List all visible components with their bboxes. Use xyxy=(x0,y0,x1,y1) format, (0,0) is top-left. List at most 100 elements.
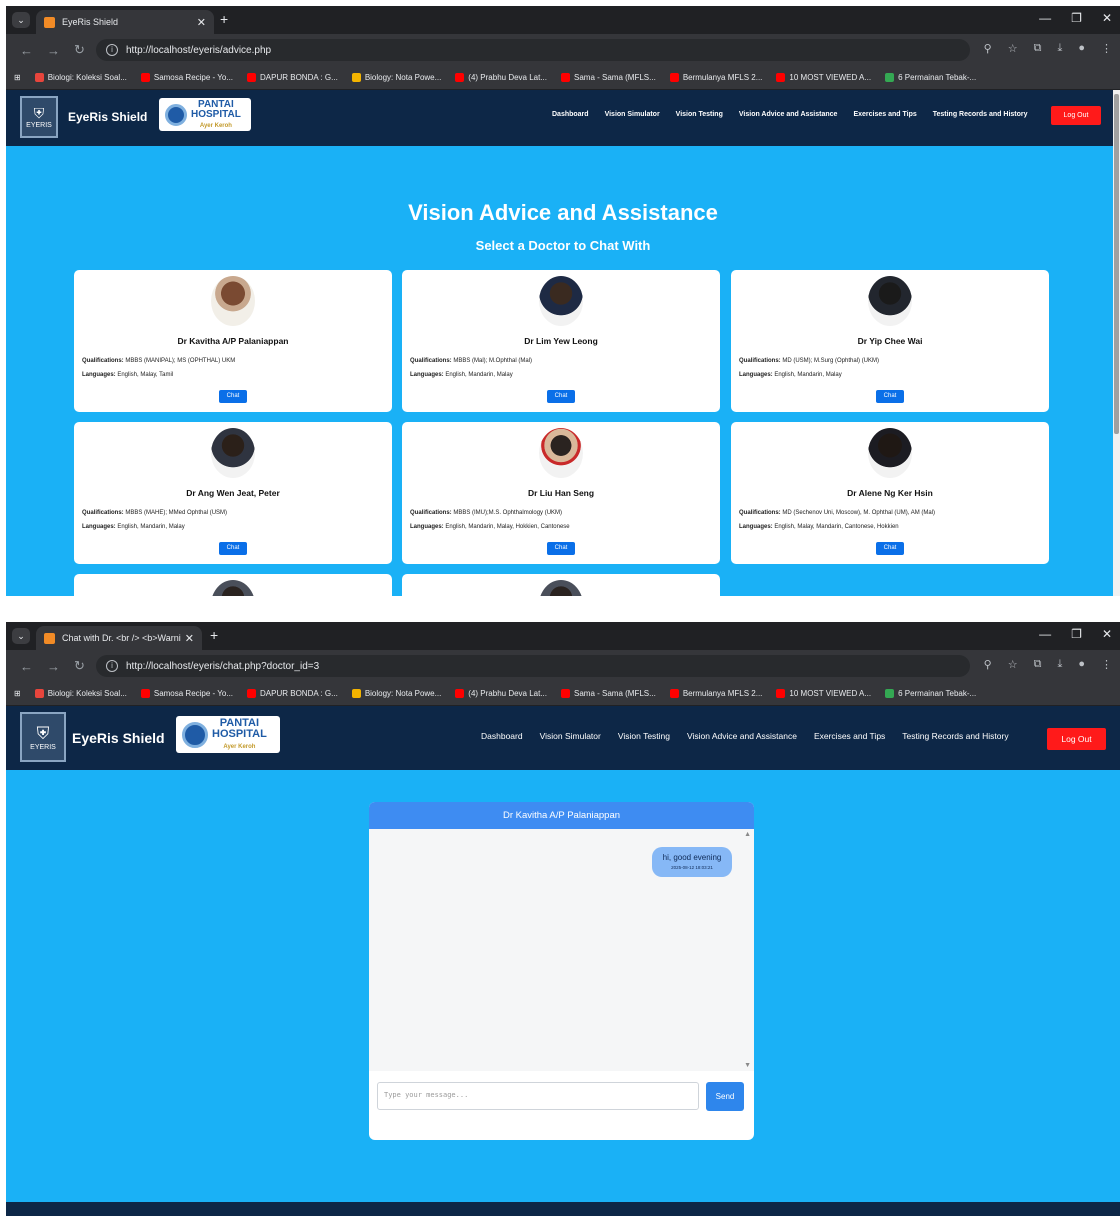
close-window-icon[interactable]: ✕ xyxy=(1102,627,1112,641)
logout-button[interactable]: Log Out xyxy=(1047,728,1106,750)
chat-button[interactable]: Chat xyxy=(876,390,904,403)
nav-exercises-tips[interactable]: Exercises and Tips xyxy=(814,731,885,741)
bookmark-item[interactable]: (4) Prabhu Deva Lat... xyxy=(455,689,547,698)
new-tab-icon[interactable]: + xyxy=(210,627,218,643)
chat-button[interactable]: Chat xyxy=(219,542,247,555)
nav-testing-records[interactable]: Testing Records and History xyxy=(933,111,1028,118)
restore-icon[interactable]: ❐ xyxy=(1071,11,1082,25)
site-favicon-icon xyxy=(44,16,55,28)
menu-icon[interactable]: ⋮ xyxy=(1101,42,1112,55)
address-bar[interactable]: i http://localhost/eyeris/advice.php xyxy=(96,39,970,61)
send-button[interactable]: Send xyxy=(706,1082,744,1111)
nav-vision-testing[interactable]: Vision Testing xyxy=(618,731,670,741)
profile-icon[interactable]: ● xyxy=(1078,658,1085,671)
reload-icon[interactable]: ↻ xyxy=(74,42,85,58)
tab-search-icon[interactable]: ⌄ xyxy=(12,628,30,644)
toolbar-actions: ⚲ ☆ ⧉ ⤓ ● ⋮ xyxy=(984,658,1112,671)
brand-name[interactable]: EyeRis Shield xyxy=(72,730,165,746)
bookmark-star-icon[interactable]: ☆ xyxy=(1008,658,1018,671)
bookmark-item[interactable]: Bermulanya MFLS 2... xyxy=(669,73,762,82)
chat-button[interactable]: Chat xyxy=(876,542,904,555)
doctor-card xyxy=(402,574,720,596)
menu-icon[interactable]: ⋮ xyxy=(1101,658,1112,671)
nav-exercises-tips[interactable]: Exercises and Tips xyxy=(853,111,916,118)
chat-button[interactable]: Chat xyxy=(547,542,575,555)
bookmark-item[interactable]: Sama - Sama (MFLS... xyxy=(561,73,656,82)
close-window-icon[interactable]: ✕ xyxy=(1102,11,1112,25)
download-icon[interactable]: ⤓ xyxy=(1057,42,1062,55)
scroll-up-icon[interactable]: ▲ xyxy=(744,831,751,838)
download-icon[interactable]: ⤓ xyxy=(1057,658,1062,671)
bookmark-item[interactable]: DAPUR BONDA : G... xyxy=(247,689,338,698)
back-icon[interactable]: ← xyxy=(20,659,33,674)
address-bar[interactable]: i http://localhost/eyeris/chat.php?docto… xyxy=(96,655,970,677)
bookmark-item[interactable]: Biology: Nota Powe... xyxy=(351,689,441,698)
browser-tab-active[interactable]: Chat with Dr. <br /> <b>Warni ✕ xyxy=(36,626,202,650)
nav-vision-advice[interactable]: Vision Advice and Assistance xyxy=(739,111,838,118)
nav-dashboard[interactable]: Dashboard xyxy=(481,731,523,741)
restore-icon[interactable]: ❐ xyxy=(1071,627,1082,641)
doctor-card: Dr Lim Yew Leong Qualifications: MBBS (M… xyxy=(402,270,720,412)
extensions-icon[interactable]: ⧉ xyxy=(1034,658,1042,671)
nav-vision-simulator[interactable]: Vision Simulator xyxy=(605,111,660,118)
tab-close-icon[interactable]: ✕ xyxy=(197,16,206,29)
youtube-icon xyxy=(455,73,465,82)
minimize-icon[interactable]: — xyxy=(1039,627,1051,641)
bookmark-item[interactable]: Bermulanya MFLS 2... xyxy=(669,689,762,698)
nav-vision-simulator[interactable]: Vision Simulator xyxy=(540,731,601,741)
eyeris-logo-icon[interactable]: ⛨ EYERIS xyxy=(20,96,58,138)
chat-messages[interactable]: ▲ hi, good evening 2025-08-12 18:03:21 ▼ xyxy=(369,829,754,1071)
doctor-photo xyxy=(868,276,912,326)
scrollbar-thumb[interactable] xyxy=(1114,94,1119,434)
bookmark-item[interactable]: Samosa Recipe - Yo... xyxy=(140,73,233,82)
new-tab-icon[interactable]: + xyxy=(220,11,228,27)
bookmark-item[interactable]: (4) Prabhu Deva Lat... xyxy=(455,73,547,82)
bookmark-item[interactable]: 6 Permainan Tebak-... xyxy=(885,689,976,698)
bookmark-star-icon[interactable]: ☆ xyxy=(1008,42,1018,55)
back-icon[interactable]: ← xyxy=(20,43,33,58)
chat-button[interactable]: Chat xyxy=(547,390,575,403)
bookmark-item[interactable]: Biologi: Koleksi Soal... xyxy=(34,689,127,698)
forward-icon[interactable]: → xyxy=(47,659,60,674)
logout-button[interactable]: Log Out xyxy=(1051,106,1101,125)
browser-tab-active[interactable]: EyeRis Shield ✕ xyxy=(36,10,214,34)
bookmark-item[interactable]: 10 MOST VIEWED A... xyxy=(776,73,871,82)
eyeris-logo-icon[interactable]: ⛨ EYERIS xyxy=(20,712,66,762)
zoom-icon[interactable]: ⚲ xyxy=(984,658,992,671)
profile-icon[interactable]: ● xyxy=(1078,42,1085,55)
nav-vision-advice[interactable]: Vision Advice and Assistance xyxy=(687,731,797,741)
forward-icon[interactable]: → xyxy=(47,43,60,58)
nav-vision-testing[interactable]: Vision Testing xyxy=(676,111,723,118)
brand-name[interactable]: EyeRis Shield xyxy=(68,110,147,124)
chat-button[interactable]: Chat xyxy=(219,390,247,403)
page-scrollbar[interactable] xyxy=(1113,90,1120,596)
tab-search-icon[interactable]: ⌄ xyxy=(12,12,30,28)
pantai-emblem-icon xyxy=(182,721,208,748)
zoom-icon[interactable]: ⚲ xyxy=(984,42,992,55)
tab-close-icon[interactable]: ✕ xyxy=(185,632,194,645)
doctor-qualifications: Qualifications: MBBS (Mal); M.Ophthal (M… xyxy=(410,358,533,364)
site-info-icon[interactable]: i xyxy=(106,44,118,56)
bookmark-item[interactable]: Biologi: Koleksi Soal... xyxy=(34,73,127,82)
apps-grid-icon[interactable]: ⊞ xyxy=(14,689,21,698)
minimize-icon[interactable]: — xyxy=(1039,11,1051,25)
nav-testing-records[interactable]: Testing Records and History xyxy=(902,731,1008,741)
bookmark-item[interactable]: Samosa Recipe - Yo... xyxy=(140,689,233,698)
doctor-qualifications: Qualifications: MBBS (IMU);M.S. Ophthalm… xyxy=(410,510,563,516)
extensions-icon[interactable]: ⧉ xyxy=(1034,42,1042,55)
bookmark-item[interactable]: Sama - Sama (MFLS... xyxy=(561,689,656,698)
bookmark-item[interactable]: 10 MOST VIEWED A... xyxy=(776,689,871,698)
apps-grid-icon[interactable]: ⊞ xyxy=(14,73,21,82)
reload-icon[interactable]: ↻ xyxy=(74,658,85,674)
message-input[interactable]: Type your message... xyxy=(377,1082,699,1110)
doctor-card: Dr Kavitha A/P Palaniappan Qualification… xyxy=(74,270,392,412)
bookmark-item[interactable]: Biology: Nota Powe... xyxy=(351,73,441,82)
nav-dashboard[interactable]: Dashboard xyxy=(552,111,589,118)
bookmark-item[interactable]: 6 Permainan Tebak-... xyxy=(885,73,976,82)
scroll-down-icon[interactable]: ▼ xyxy=(744,1062,751,1069)
doctor-photo xyxy=(539,276,583,326)
bookmark-favicon-icon xyxy=(885,689,895,698)
doctor-name: Dr Liu Han Seng xyxy=(527,488,595,498)
site-info-icon[interactable]: i xyxy=(106,660,118,672)
bookmark-item[interactable]: DAPUR BONDA : G... xyxy=(247,73,338,82)
